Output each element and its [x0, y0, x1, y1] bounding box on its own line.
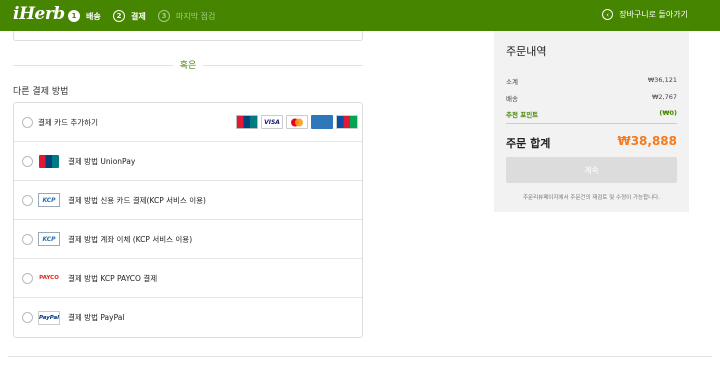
payment-method-label: 결제 카드 추가하기: [38, 117, 98, 127]
summary-note: 주문리뷰페이지에서 주문건의 재검토 및 수정이 가능합니다.: [523, 195, 660, 201]
kcp-icon: KCP: [38, 232, 60, 246]
payco-icon: PAYCO: [39, 275, 59, 281]
visa-icon: VISA: [261, 115, 283, 129]
subtotal-label: 소계: [506, 78, 518, 86]
step-label-review: 마지막 점검: [176, 11, 216, 21]
shipping-value: ₩2,767: [651, 93, 677, 101]
unionpay-icon: [236, 115, 258, 129]
checkout-header: iHerb 1 배송 2 결제 3 마지막 점검 ‹ 장바구니로 돌아가기: [0, 0, 720, 31]
continue-button[interactable]: 계속: [506, 157, 677, 183]
payment-method-kcp-transfer[interactable]: KCP 결제 방법 계좌 이체 (KCP 서비스 이용): [14, 220, 362, 259]
previous-card-edge: [13, 31, 363, 41]
reward-points-value: (₩0): [659, 109, 677, 117]
subtotal-row: 소계 ₩36,121: [506, 76, 677, 86]
radio-button[interactable]: [22, 272, 33, 284]
step-number-2: 2: [113, 10, 125, 22]
radio-button[interactable]: [22, 233, 33, 245]
payment-method-label: 결제 방법 신용 카드 결제(KCP 서비스 이용): [68, 195, 206, 205]
step-number-1: 1: [68, 10, 80, 22]
back-to-cart-label: 장바구니로 돌아가기: [619, 10, 688, 19]
order-total-value: ₩38,888: [617, 134, 677, 148]
iherb-logo[interactable]: iHerb: [13, 4, 65, 24]
step-label-shipping: 배송: [86, 11, 101, 21]
chevron-left-icon: ‹: [602, 9, 614, 20]
payment-method-list: 결제 카드 추가하기 VISA 결제 방법 UnionPay KCP 결제 방법…: [13, 102, 363, 338]
card-brand-logos: VISA: [236, 115, 358, 129]
order-total-label: 주문 합계: [506, 137, 551, 150]
footer-divider: [8, 356, 712, 357]
reward-points-row: 추천 포인트 (₩0): [506, 109, 677, 119]
shipping-row: 배송 ₩2,767: [506, 93, 677, 103]
step-payment[interactable]: 2 결제: [113, 9, 146, 23]
jcb-icon: [336, 115, 358, 129]
radio-button[interactable]: [22, 155, 33, 167]
radio-button[interactable]: [22, 312, 33, 323]
or-separator: 혹은: [13, 58, 363, 72]
step-review: 3 마지막 점검: [158, 9, 215, 23]
other-payment-title: 다른 결제 방법: [13, 87, 69, 97]
payment-method-unionpay[interactable]: 결제 방법 UnionPay: [14, 142, 362, 181]
unionpay-icon: [39, 154, 59, 168]
shipping-label: 배송: [506, 95, 518, 103]
payment-method-kcp-card[interactable]: KCP 결제 방법 신용 카드 결제(KCP 서비스 이용): [14, 181, 362, 220]
payment-method-add-card[interactable]: 결제 카드 추가하기 VISA: [14, 103, 362, 142]
kcp-icon: KCP: [38, 193, 60, 207]
payment-method-label: 결제 방법 UnionPay: [68, 156, 136, 166]
payment-method-label: 결제 방법 KCP PAYCO 결제: [68, 273, 158, 283]
order-summary-panel: 주문내역 소계 ₩36,121 배송 ₩2,767 추천 포인트 (₩0) 주문…: [494, 31, 689, 212]
payment-method-paypal[interactable]: PayPal 결제 방법 PayPal: [14, 298, 362, 337]
radio-button[interactable]: [22, 116, 33, 128]
step-shipping[interactable]: 1 배송: [68, 9, 101, 23]
radio-button[interactable]: [22, 194, 33, 206]
payment-method-label: 결제 방법 PayPal: [68, 313, 125, 322]
step-label-payment: 결제: [131, 11, 146, 21]
amex-icon: [311, 115, 333, 129]
payment-method-label: 결제 방법 계좌 이체 (KCP 서비스 이용): [68, 234, 193, 244]
or-text: 혹은: [179, 61, 197, 71]
summary-divider: [506, 123, 677, 124]
mastercard-icon: [286, 115, 308, 129]
payment-method-payco[interactable]: PAYCO 결제 방법 KCP PAYCO 결제: [14, 259, 362, 298]
order-summary-title: 주문내역: [506, 45, 547, 58]
back-to-cart-link[interactable]: ‹ 장바구니로 돌아가기: [602, 9, 688, 20]
step-number-3: 3: [158, 10, 170, 22]
subtotal-value: ₩36,121: [647, 76, 677, 84]
reward-points-label: 추천 포인트: [506, 111, 539, 119]
paypal-icon: PayPal: [38, 310, 60, 325]
